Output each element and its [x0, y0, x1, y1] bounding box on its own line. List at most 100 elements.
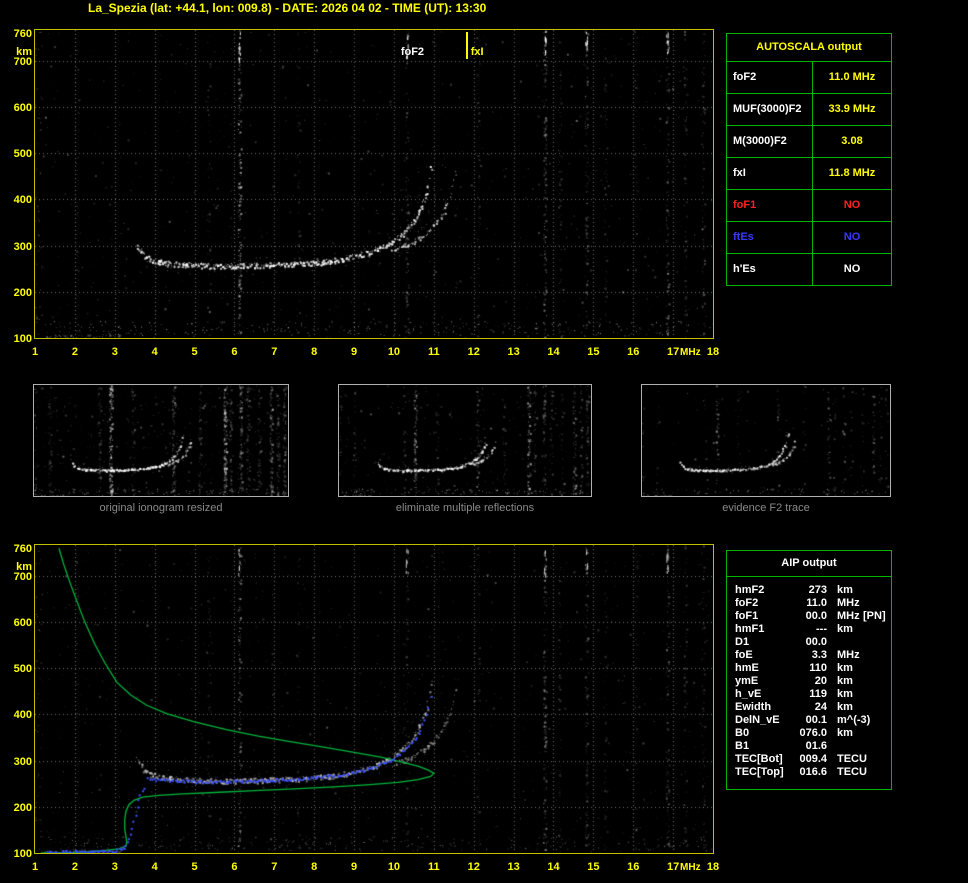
aip-parameter-name: TEC[Top] [735, 766, 784, 778]
aip-parameter-unit: km [837, 701, 853, 713]
y-tick-label: 600 [13, 617, 32, 630]
aip-parameter-unit: m^(-3) [837, 714, 871, 726]
aip-row: foE 3.3 MHz [727, 649, 891, 662]
aip-row: foF2 11.0 MHz [727, 597, 891, 610]
aip-parameter-name: foE [735, 649, 753, 661]
aip-parameter-value: 3.3 [811, 649, 827, 661]
autoscala-parameter-value: NO [843, 231, 861, 243]
fof2-annotation-label: foF2 [400, 46, 425, 58]
y-tick-label: 760 [13, 28, 32, 41]
aip-parameter-name: B0 [735, 727, 750, 739]
x-tick-label: 15 [587, 346, 600, 358]
thumbnail-caption-f2-trace: evidence F2 trace [722, 502, 810, 514]
aip-parameter-unit: km [837, 688, 853, 700]
autoscala-row: M(3000)F2 3.08 [727, 126, 891, 158]
autoscala-output-table: AUTOSCALA output foF2 11.0 MHz MUF(3000)F2… [726, 33, 892, 286]
y-tick-label: 100 [13, 848, 32, 860]
ionogram-canvas [35, 30, 713, 338]
aip-row: Ewidth 24 km [727, 701, 891, 714]
autoscala-row: fxI 11.8 MHz [727, 158, 891, 190]
thumbnail-original-canvas [34, 385, 288, 496]
y-tick-label: 600 [13, 102, 32, 115]
x-tick-label: 6 [231, 861, 238, 873]
aip-row: ymE 20 km [727, 675, 891, 688]
aip-row: DelN_vE 00.1 m^(-3) [727, 714, 891, 727]
aip-parameter-name: hmF2 [735, 584, 765, 596]
profile-plot [34, 544, 714, 854]
autoscala-parameter-name: ftEs [727, 222, 813, 253]
aip-parameter-unit: MHz [837, 649, 860, 661]
aip-parameter-name: h_vE [735, 688, 762, 700]
aip-row: hmE 110 km [727, 662, 891, 675]
x-tick-label: 12 [467, 861, 480, 873]
autoscala-parameter-name: MUF(3000)F2 [727, 94, 813, 125]
aip-row: foF1 00.0 MHz [PN] [727, 610, 891, 623]
autoscala-parameter-value: 3.08 [841, 135, 863, 147]
aip-parameter-unit: km [837, 623, 853, 635]
aip-parameter-name: D1 [735, 636, 750, 648]
aip-parameter-name: foF2 [735, 597, 759, 609]
aip-parameter-note: [PN] [863, 610, 886, 622]
x-tick-label: 10 [387, 861, 401, 873]
aip-parameter-value: 009.4 [799, 753, 827, 765]
x-tick-label: 9 [350, 346, 358, 358]
x-axis-unit-label: MHz [680, 347, 701, 358]
x-tick-label: 10 [387, 346, 401, 358]
aip-parameter-value: 00.0 [805, 636, 827, 648]
aip-parameter-value: --- [816, 623, 827, 635]
aip-parameter-name: TEC[Bot] [735, 753, 783, 765]
aip-row: hmF2 273 km [727, 584, 891, 597]
aip-row: B0 076.0 km [727, 727, 891, 740]
x-tick-label: 5 [191, 861, 198, 873]
thumbnail-caption-original: original ionogram resized [99, 502, 223, 514]
x-tick-label: 14 [547, 861, 560, 873]
aip-parameter-name: hmE [735, 662, 759, 674]
thumbnail-f2-trace [641, 384, 891, 497]
profile-canvas [35, 545, 713, 853]
autoscala-row: foF2 11.0 MHz [727, 62, 891, 94]
x-tick-label: 11 [427, 346, 440, 358]
aip-parameter-value: 00.0 [805, 610, 827, 622]
x-tick-label: 16 [627, 346, 640, 358]
y-tick-label: 200 [13, 286, 32, 299]
aip-parameter-value: 016.6 [799, 766, 827, 778]
ionogram-application-window: La_Spezia (lat: +44.1, lon: 009.8) - DAT… [0, 0, 968, 883]
x-tick-label: 1 [31, 346, 39, 358]
x-tick-label: 3 [111, 861, 118, 873]
aip-row: B1 01.6 [727, 740, 891, 753]
x-tick-label: 5 [191, 346, 198, 358]
x-tick-label: 2 [71, 861, 78, 873]
x-tick-label: 9 [350, 861, 358, 873]
thumbnail-caption-no-multiples: eliminate multiple reflections [395, 502, 535, 514]
x-tick-label: 14 [547, 346, 560, 358]
autoscala-parameter-name: foF1 [727, 190, 813, 221]
aip-parameter-value: 00.1 [805, 714, 827, 726]
autoscala-parameter-name: fxI [727, 158, 813, 189]
y-tick-label: 400 [13, 194, 32, 207]
x-axis-unit-label: MHz [680, 862, 701, 873]
autoscala-table-header: AUTOSCALA output [727, 34, 891, 62]
autoscala-row: h'Es NO [727, 254, 891, 285]
aip-row: h_vE 119 km [727, 688, 891, 701]
x-tick-label: 6 [231, 346, 238, 358]
fxi-annotation-label: fxI [470, 46, 484, 58]
aip-parameter-value: 119 [809, 688, 827, 700]
y-axis-unit-label: km [16, 561, 32, 573]
x-tick-label: 1 [31, 861, 39, 873]
page-title: La_Spezia (lat: +44.1, lon: 009.8) - DAT… [88, 1, 487, 15]
y-tick-label: 400 [13, 709, 32, 722]
autoscala-table-body: foF2 11.0 MHz MUF(3000)F2 33.9 MHz M(3000)F2… [727, 62, 891, 285]
thumbnail-no-multiples-canvas [339, 385, 591, 496]
x-tick-label: 18 [706, 346, 720, 358]
x-tick-label: 16 [627, 861, 640, 873]
aip-table-header: AIP output [727, 551, 891, 577]
aip-parameter-unit: km [837, 675, 853, 687]
autoscala-parameter-value: NO [843, 263, 861, 275]
aip-row: D1 00.0 [727, 636, 891, 649]
aip-parameter-unit: km [837, 584, 853, 596]
x-tick-label: 11 [427, 861, 440, 873]
x-tick-label: 3 [111, 346, 118, 358]
x-tick-label: 12 [467, 346, 480, 358]
y-tick-label: 100 [13, 333, 32, 345]
x-tick-label: 13 [507, 346, 520, 358]
